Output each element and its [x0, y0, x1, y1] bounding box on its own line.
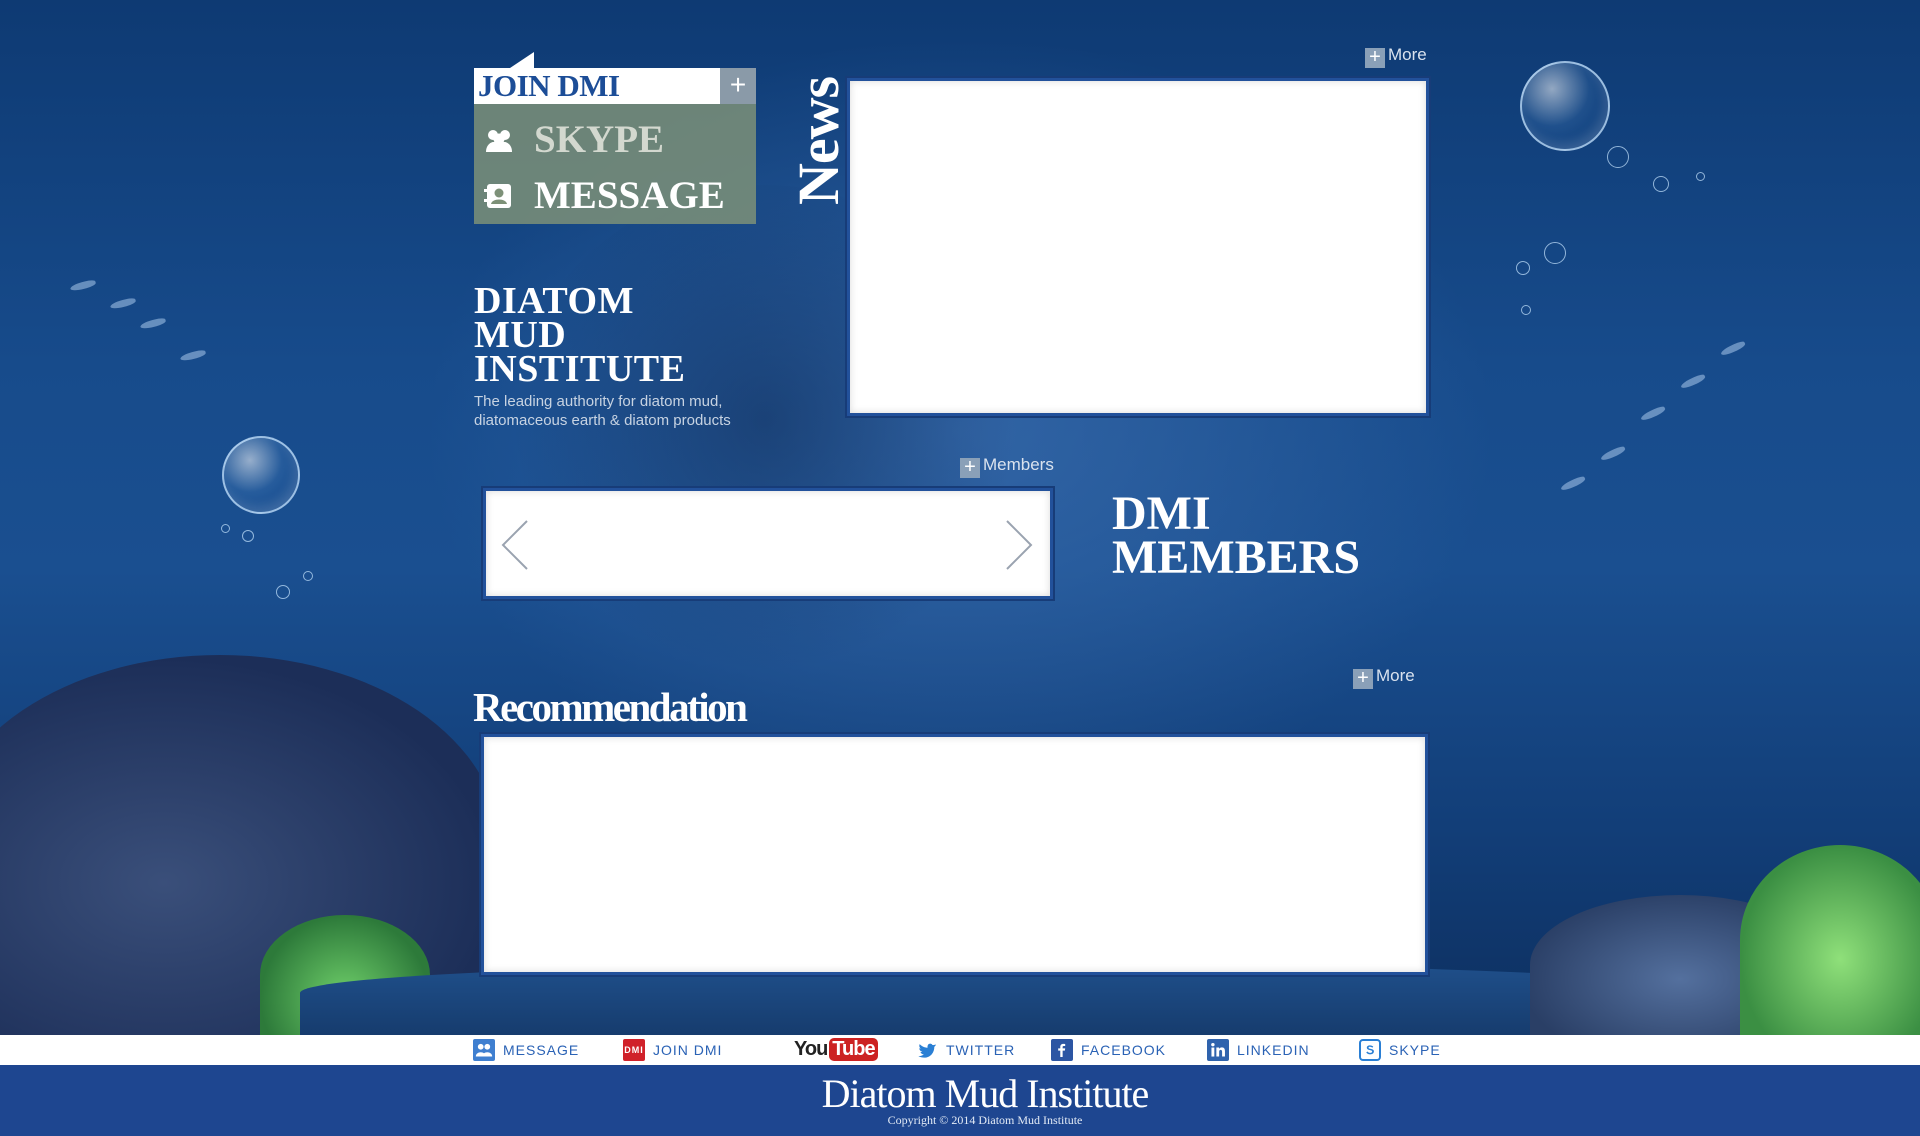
fish-decoration — [109, 296, 137, 311]
bubble-decoration — [221, 524, 230, 533]
twitter-icon — [916, 1039, 938, 1061]
join-message-label: MESSAGE — [534, 174, 725, 217]
nav-linkedin-label: LINKEDIN — [1237, 1042, 1310, 1058]
youtube-logo: You Tube — [794, 1037, 878, 1061]
fish-decoration — [1639, 404, 1667, 423]
members-title: DMI MEMBERS — [1112, 487, 1361, 584]
nav-join-dmi-label: JOIN DMI — [653, 1042, 723, 1058]
nav-twitter-link[interactable]: TWITTER — [916, 1039, 1015, 1061]
nav-join-dmi-link[interactable]: DMI JOIN DMI — [623, 1039, 722, 1061]
recommendation-more-label: More — [1376, 666, 1415, 685]
chevron-right-icon[interactable] — [1004, 519, 1034, 571]
nav-facebook-label: FACEBOOK — [1081, 1042, 1167, 1058]
footer-copyright: Copyright © 2014 Diatom Mud Institute — [887, 1113, 1083, 1127]
join-skype-label: SKYPE — [534, 118, 665, 161]
plus-icon: + — [1353, 668, 1373, 689]
plus-icon: + — [1365, 47, 1385, 68]
bubble-decoration — [1516, 261, 1530, 275]
bubble-decoration — [222, 436, 300, 514]
bubble-decoration — [303, 571, 313, 581]
fish-decoration — [1599, 444, 1627, 463]
fish-decoration — [139, 316, 167, 331]
bubble-decoration — [1653, 176, 1669, 192]
coral-green-right — [1740, 845, 1920, 1035]
bubble-decoration — [276, 585, 290, 599]
chevron-left-icon[interactable] — [500, 519, 530, 571]
nav-message-label: MESSAGE — [503, 1042, 580, 1058]
nav-linkedin-link[interactable]: LINKEDIN — [1207, 1039, 1310, 1061]
facebook-icon — [1051, 1039, 1073, 1061]
group-icon — [473, 1039, 495, 1061]
nav-message-link[interactable]: MESSAGE — [473, 1039, 579, 1061]
dmi-logo-icon: DMI — [623, 1039, 645, 1061]
institute-title-line: MUD — [474, 314, 567, 356]
group-icon — [486, 130, 512, 152]
bubble-decoration — [1696, 172, 1705, 181]
members-link-label: Members — [983, 455, 1054, 474]
youtube-logo-you: You — [794, 1037, 828, 1060]
nav-youtube-link[interactable]: You Tube — [794, 1037, 878, 1061]
contact-card-icon — [484, 184, 511, 208]
news-more-link[interactable]: + More — [1365, 45, 1427, 68]
seabed — [300, 965, 1700, 1035]
members-carousel — [483, 488, 1053, 599]
nav-facebook-link[interactable]: FACEBOOK — [1051, 1039, 1166, 1061]
members-link[interactable]: + Members — [960, 455, 1054, 478]
fish-decoration — [1679, 372, 1707, 391]
members-title-line: MEMBERS — [1112, 531, 1361, 584]
join-skype-item[interactable]: SKYPE — [474, 112, 756, 168]
footer-title: Diatom Mud Institute — [821, 1071, 1150, 1116]
bubble-decoration — [1544, 242, 1566, 264]
bubble-decoration — [1520, 61, 1610, 151]
nav-twitter-label: TWITTER — [946, 1042, 1016, 1058]
news-content-box — [847, 78, 1429, 416]
nav-skype-link[interactable]: SKYPE — [1359, 1039, 1441, 1061]
institute-title-line: INSTITUTE — [474, 348, 686, 390]
institute-title: DIATOM MUD INSTITUTE — [474, 280, 794, 390]
recommendation-content-box — [481, 734, 1428, 975]
join-dmi-header[interactable]: JOIN DMI — [474, 68, 720, 104]
site-footer: Diatom Mud Institute Copyright © 2014 Di… — [0, 1065, 1920, 1136]
bubble-decoration — [242, 530, 254, 542]
join-tab-notch — [510, 52, 534, 68]
fish-decoration — [69, 278, 97, 293]
institute-tagline: The leading authority for diatom mud, di… — [474, 393, 731, 429]
join-dmi-panel: JOIN DMI + SKYPE MESSAGE — [474, 68, 756, 224]
members-title-line: DMI — [1112, 487, 1211, 540]
fish-decoration — [1719, 339, 1747, 358]
nav-skype-label: SKYPE — [1389, 1042, 1441, 1058]
join-message-item[interactable]: MESSAGE — [474, 168, 756, 224]
bottom-social-nav: MESSAGE DMI JOIN DMI You Tube TWITTER FA… — [0, 1035, 1920, 1065]
youtube-logo-tube: Tube — [829, 1037, 878, 1061]
fish-decoration — [179, 348, 207, 363]
plus-icon: + — [960, 457, 980, 478]
join-expand-button[interactable]: + — [720, 68, 756, 104]
fish-decoration — [1559, 474, 1587, 493]
linkedin-icon — [1207, 1039, 1229, 1061]
news-title: News — [786, 76, 851, 205]
recommendation-more-link[interactable]: + More — [1353, 666, 1415, 689]
bubble-decoration — [1521, 305, 1531, 315]
bubble-decoration — [1607, 146, 1629, 168]
news-more-label: More — [1388, 45, 1427, 64]
institute-title-line: DIATOM — [474, 280, 634, 322]
recommendation-title: Recommendation — [473, 684, 748, 730]
skype-icon — [1359, 1039, 1381, 1061]
